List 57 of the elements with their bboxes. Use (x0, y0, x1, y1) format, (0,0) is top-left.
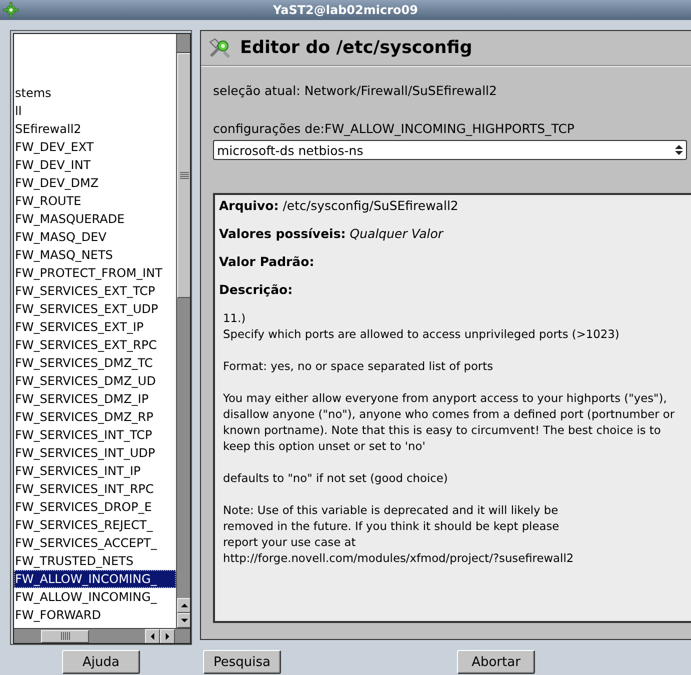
tree-item[interactable]: FW_SERVICES_DMZ_IP (14, 390, 176, 408)
grip-icon[interactable] (180, 172, 189, 179)
scroll-left-icon[interactable] (145, 628, 160, 643)
tree-item[interactable]: FW_SERVICES_INT_RPC (14, 480, 176, 498)
tree-item[interactable]: FW_SERVICES_DMZ_UD (14, 372, 176, 390)
tree-item[interactable]: FW_SERVICES_INT_TCP (14, 426, 176, 444)
tree-item[interactable]: FW_SERVICES_EXT_IP (14, 318, 176, 336)
tree-item[interactable]: FW_PROTECT_FROM_INT (14, 264, 176, 282)
tools-icon (208, 37, 232, 59)
tree-item[interactable]: SEfirewall2 (14, 120, 176, 138)
description-text: You may either allow everyone from anyport access to your highports ("yes"), disallow anyone ("no"), anyone who comes from a defined port (portnumber or known portname). Note that this is easy to circumvent! The best choice is to keep this option unset or set to 'no' (223, 390, 675, 454)
tree-item[interactable]: FW_SERVICES_REJECT_ (14, 516, 176, 534)
tree-item[interactable]: FW_MASQ_NETS (14, 246, 176, 264)
window-title: YaST2@lab02micro09 (272, 3, 419, 17)
tree-item[interactable]: FW_DEV_DMZ (14, 174, 176, 192)
value-combo-box[interactable]: microsoft-ds netbios-ns (213, 140, 687, 160)
dialog-button[interactable]: Abortar (457, 650, 535, 674)
info-heading: Valor Padrão: (219, 254, 316, 270)
current-selection: seleção atual: Network/Firewall/SuSEfirewall2 (213, 83, 498, 99)
panel-title: Editor do /etc/sysconfig (240, 38, 472, 58)
tree-item[interactable]: FW_FORWARD (14, 606, 176, 624)
tree-item[interactable]: FW_MASQUERADE (14, 210, 176, 228)
tree-item[interactable]: FW_DEV_EXT (14, 138, 176, 156)
tree-item[interactable]: FW_ALLOW_INCOMING_ (14, 588, 176, 606)
tree-item[interactable]: stems (14, 84, 176, 102)
description-text: Note: Use of this variable is deprecated and it will likely be removed in the future. If you think it should be kept please report your use case at http://forge.novell.com/modules/xfmod/project/?susefirewall2 (223, 502, 574, 566)
grip-icon[interactable] (60, 632, 70, 640)
dialog-button[interactable]: Pesquisa (203, 650, 281, 674)
scroll-down-icon[interactable] (177, 613, 190, 628)
vertical-scrollbar[interactable] (176, 34, 190, 628)
tree-item[interactable]: FW_ROUTE (14, 192, 176, 210)
dialog-button[interactable]: Ajuda (62, 650, 140, 674)
tree-item[interactable]: FW_DEV_INT (14, 156, 176, 174)
scroll-right-icon[interactable] (160, 628, 175, 643)
tree-item[interactable]: FW_SERVICES_INT_IP (14, 462, 176, 480)
tree-item[interactable]: FW_SERVICES_DMZ_RP (14, 408, 176, 426)
description-text: 11.) Specify which ports are allowed to access unprivileged ports (>1023) (223, 310, 620, 342)
tree-item[interactable]: FW_ALLOW_INCOMING_ (14, 570, 176, 588)
tree-item[interactable]: FW_SERVICES_EXT_RPC (14, 336, 176, 354)
tree-item[interactable]: FW_SERVICES_DMZ_TC (14, 354, 176, 372)
setting-label: configurações de:FW_ALLOW_INCOMING_HIGHPORTS_TCP (213, 121, 576, 137)
tree-item[interactable]: FW_SERVICES_EXT_TCP (14, 282, 176, 300)
tree-item[interactable]: FW_SERVICES_INT_UDP (14, 444, 176, 462)
horizontal-scrollbar[interactable] (14, 628, 190, 643)
info-heading: Descrição: (219, 282, 294, 298)
tree-item[interactable]: FW_TRUSTED_NETS (14, 552, 176, 570)
description-text: Format: yes, no or space separated list of ports (223, 358, 494, 374)
info-field: Arquivo: /etc/sysconfig/SuSEfirewall2 (219, 198, 691, 214)
tree-item[interactable]: FW_SERVICES_ACCEPT_ (14, 534, 176, 552)
gear-icon[interactable] (3, 2, 19, 18)
tree-item[interactable]: FW_SERVICES_DROP_E (14, 498, 176, 516)
tree-item[interactable]: ll (14, 102, 176, 120)
tree-item[interactable]: FW_MASQ_DEV (14, 228, 176, 246)
tree-item[interactable]: FW_SERVICES_EXT_UDP (14, 300, 176, 318)
description-text: defaults to "no" if not set (good choice) (223, 470, 448, 486)
scroll-up-icon[interactable] (177, 598, 190, 613)
info-field: Valores possíveis: Qualquer Valor (219, 226, 691, 242)
